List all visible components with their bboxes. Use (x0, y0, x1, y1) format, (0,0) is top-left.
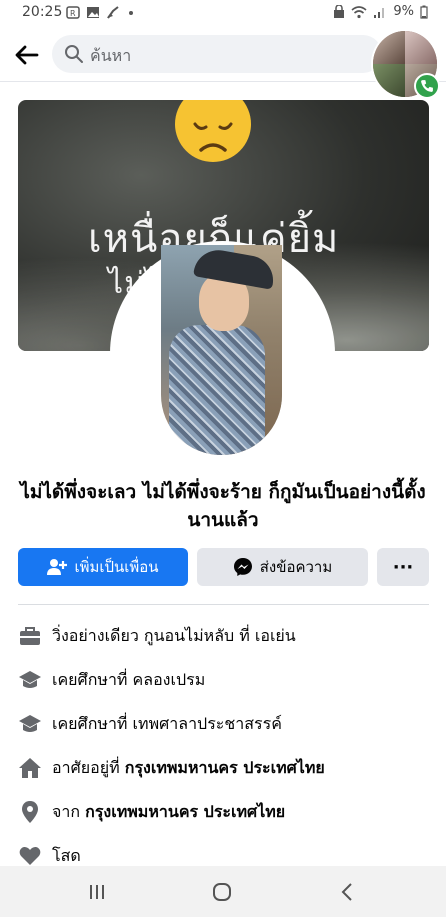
recent-apps-icon[interactable] (85, 880, 109, 904)
system-status: 9% (333, 4, 428, 19)
detail-education-2: เคยศึกษาที่ เทพศาลาประชาสรรค์ (18, 709, 282, 739)
android-navigation-bar (0, 866, 446, 917)
profile-name: ไม่ได้พึ่งจะเลว ไม่ได้พึ่งจะร้าย ก็กูมัน… (20, 481, 426, 531)
notification-icons: R (66, 6, 140, 19)
message-button[interactable]: ส่งข้อความ (197, 548, 368, 586)
phone-call-icon[interactable] (414, 73, 440, 99)
arrow-left-icon[interactable] (12, 40, 42, 70)
detail-education-1: เคยศึกษาที่ คลองเปรม (18, 665, 205, 695)
graduation-cap-icon (19, 671, 41, 688)
divider (18, 604, 429, 605)
lock-icon (334, 4, 345, 18)
detail-education-1-text: เคยศึกษาที่ คลองเปรม (52, 669, 206, 689)
add-friend-button[interactable]: เพิ่มเป็นเพื่อน (18, 548, 188, 586)
status-time: 20:25 (22, 4, 63, 20)
detail-relationship-text: โสด (52, 845, 81, 865)
home-button-icon[interactable] (210, 880, 234, 904)
back-button-icon[interactable] (336, 880, 360, 904)
more-options-button[interactable]: ··· (377, 548, 429, 586)
chat-head-photo (405, 31, 437, 64)
graduation-cap-icon (19, 715, 41, 732)
detail-from: จาก กรุงเทพมหานคร ประเทศไทย (18, 797, 285, 827)
svg-text:R: R (70, 9, 76, 18)
detail-work: วิ่งอย่างเดียว กูนอนไม่หลับ ที่ เอเย่น (18, 621, 296, 651)
briefcase-icon (20, 627, 40, 645)
profile-picture[interactable] (161, 245, 282, 455)
search-bar[interactable]: ค้นหา (52, 35, 382, 73)
detail-from-place[interactable]: กรุงเทพมหานคร ประเทศไทย (85, 800, 285, 825)
add-friend-label: เพิ่มเป็นเพื่อน (74, 558, 159, 576)
dot-icon (129, 11, 133, 15)
detail-lives-in-place[interactable]: กรุงเทพมหานคร ประเทศไทย (125, 756, 325, 781)
search-icon (65, 45, 83, 63)
messenger-icon (233, 558, 252, 576)
battery-icon (420, 5, 428, 19)
profile-photo-shirt (169, 325, 265, 455)
detail-lives-in-prefix: อาศัยอยู่ที่ (52, 757, 120, 777)
search-placeholder: ค้นหา (90, 46, 132, 65)
status-bar: 20:25 R 9% (0, 0, 446, 28)
message-label: ส่งข้อความ (259, 558, 333, 576)
more-options-icon: ··· (392, 556, 414, 578)
location-pin-icon (22, 801, 38, 823)
wifi-icon (351, 5, 367, 18)
chat-head-photo (373, 64, 405, 97)
broom-icon (107, 6, 119, 19)
detail-work-text: วิ่งอย่างเดียว กูนอนไม่หลับ ที่ เอเย่น (52, 625, 296, 645)
detail-lives-in: อาศัยอยู่ที่ กรุงเทพมหานคร ประเทศไทย (18, 753, 325, 783)
detail-from-prefix: จาก (52, 801, 81, 821)
heart-icon (19, 847, 41, 865)
detail-education-2-text: เคยศึกษาที่ เทพศาลาประชาสรรค์ (52, 713, 282, 733)
home-icon (19, 758, 41, 778)
signal-icon (374, 7, 385, 18)
chat-head-photo (373, 31, 405, 64)
battery-level: 9% (393, 4, 414, 19)
gallery-icon (87, 7, 99, 18)
user-plus-icon (47, 559, 68, 575)
notification-icon: R (66, 6, 80, 19)
sad-face-emoji-icon (175, 100, 251, 162)
